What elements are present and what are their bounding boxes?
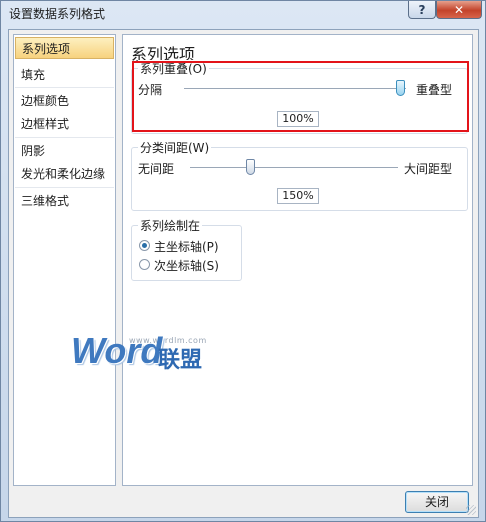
sidebar-divider — [15, 187, 114, 188]
gap-value-field[interactable]: 150% — [277, 188, 319, 204]
help-icon: ? — [418, 2, 426, 17]
close-button[interactable]: 关闭 — [405, 491, 469, 513]
sidebar-item-shadow[interactable]: 阴影 — [15, 140, 114, 162]
gap-slider-track[interactable] — [190, 167, 398, 170]
gap-width-group: 分类间距(W) 无间距 大间距型 150% — [131, 139, 468, 211]
dialog-title: 设置数据系列格式 — [9, 7, 106, 21]
format-data-series-dialog: 设置数据系列格式 ? ✕ 系列选项 填充 边框颜色 边框样式 阴影 发光和柔化边… — [0, 0, 486, 522]
secondary-axis-radio[interactable] — [139, 259, 150, 270]
sidebar-item-glow-soft-edges[interactable]: 发光和柔化边缘 — [15, 163, 114, 185]
secondary-axis-label[interactable]: 次坐标轴(S) — [154, 257, 219, 274]
gap-max-label: 大间距型 — [404, 162, 453, 176]
watermark-word-logo: Word — [71, 330, 163, 371]
plot-series-on-label: 系列绘制在 — [138, 217, 203, 234]
gap-min-label: 无间距 — [138, 162, 175, 176]
plot-series-on-group: 系列绘制在 主坐标轴(P) 次坐标轴(S) — [131, 217, 242, 281]
resize-grip[interactable] — [466, 505, 476, 515]
dialog-body: 系列选项 填充 边框颜色 边框样式 阴影 发光和柔化边缘 三维格式 系列选项 系… — [8, 29, 479, 518]
category-list: 系列选项 填充 边框颜色 边框样式 阴影 发光和柔化边缘 三维格式 — [13, 34, 116, 486]
highlight-box — [132, 61, 469, 132]
gap-slider-thumb[interactable] — [246, 159, 255, 175]
sidebar-divider — [15, 137, 114, 138]
sidebar-item-border-color[interactable]: 边框颜色 — [15, 90, 114, 112]
gap-width-label: 分类间距(W) — [138, 139, 212, 156]
sidebar-item-3d-format[interactable]: 三维格式 — [15, 190, 114, 212]
primary-axis-radio[interactable] — [139, 240, 150, 251]
window-close-button[interactable]: ✕ — [436, 1, 482, 19]
title-bar: 设置数据系列格式 ? ✕ — [1, 1, 485, 25]
series-options-panel: 系列选项 系列重叠(O) 分隔 重叠型 100% 分类间距(W) 无间距 大间距… — [122, 34, 473, 486]
sidebar-item-fill[interactable]: 填充 — [15, 64, 114, 86]
close-icon: ✕ — [453, 2, 465, 17]
primary-axis-label[interactable]: 主坐标轴(P) — [154, 238, 219, 255]
help-button[interactable]: ? — [408, 1, 436, 19]
sidebar-item-series-options[interactable]: 系列选项 — [15, 37, 114, 59]
sidebar-divider — [15, 87, 114, 88]
watermark-cn-logo: 联盟 — [158, 348, 203, 373]
sidebar-item-border-style[interactable]: 边框样式 — [15, 113, 114, 135]
